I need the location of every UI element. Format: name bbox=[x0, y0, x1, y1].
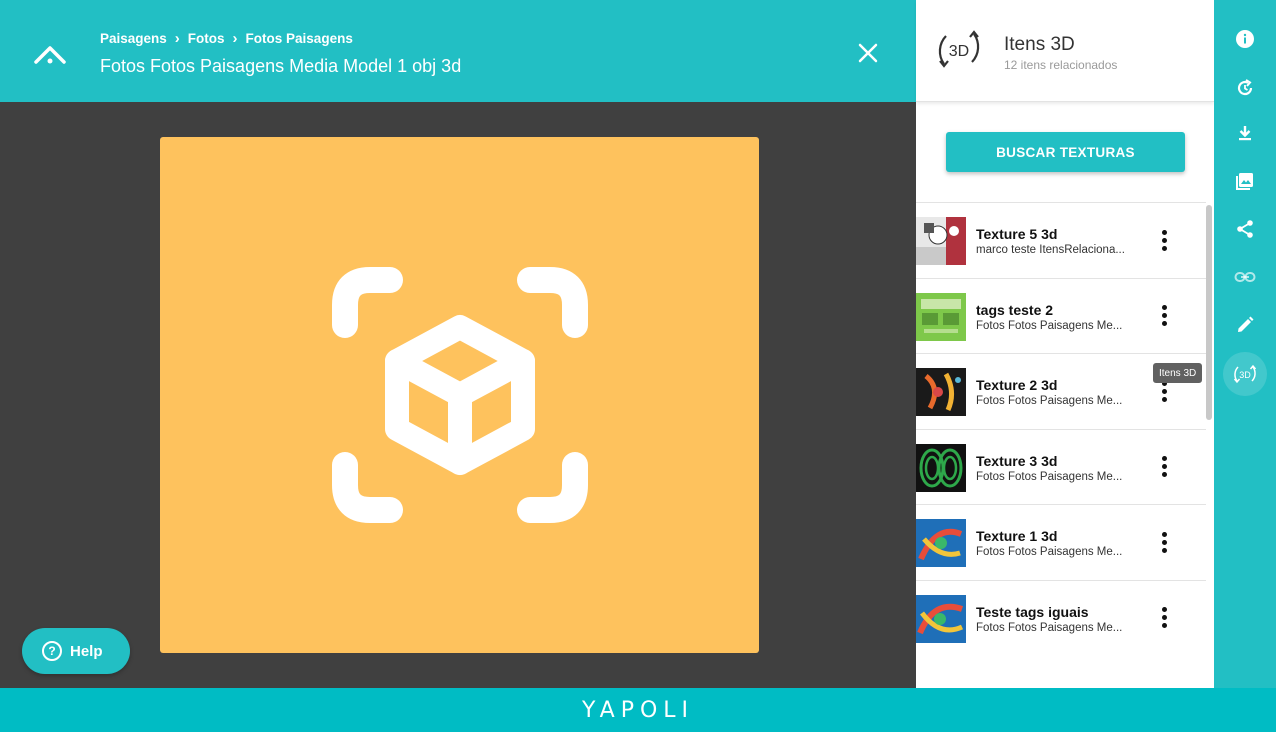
3d-icon: 3D bbox=[1233, 364, 1257, 384]
item-thumbnail bbox=[916, 594, 966, 643]
item-title: Texture 1 3d bbox=[976, 528, 1058, 544]
item-subtitle: Fotos Fotos Paisagens Me... bbox=[976, 319, 1123, 332]
item-thumbnail bbox=[916, 217, 966, 265]
related-items-panel: 3D Itens 3D 12 itens relacionados BUSCAR… bbox=[916, 0, 1214, 688]
item-title: Texture 3 3d bbox=[976, 452, 1058, 469]
media-viewer: ? Help bbox=[0, 102, 916, 688]
panel-icon-label: 3D bbox=[949, 43, 969, 60]
more-options-icon[interactable] bbox=[1156, 527, 1172, 557]
scrollbar[interactable] bbox=[1206, 205, 1212, 420]
chevron-up-icon bbox=[34, 46, 66, 64]
item-subtitle: Fotos Fotos Paisagens Me... bbox=[976, 395, 1123, 407]
breadcrumb-item[interactable]: Paisagens bbox=[100, 31, 167, 46]
item-subtitle: marco teste ItensRelaciona... bbox=[976, 244, 1125, 256]
chevron-right-icon: › bbox=[174, 30, 180, 47]
list-item[interactable]: tags teste 2 Fotos Fotos Paisagens Me... bbox=[916, 279, 1206, 354]
panel-subtitle: 12 itens relacionados bbox=[1004, 58, 1118, 72]
history-icon bbox=[1237, 79, 1253, 96]
header-bar: Paisagens › Fotos › Fotos Paisagens Foto… bbox=[0, 0, 916, 102]
breadcrumb: Paisagens › Fotos › Fotos Paisagens bbox=[100, 30, 353, 47]
3d-rotate-icon: 3D bbox=[938, 30, 980, 68]
help-button[interactable]: ? Help bbox=[22, 628, 130, 674]
info-button[interactable] bbox=[1223, 17, 1267, 61]
item-title: Texture 5 3d bbox=[976, 226, 1058, 242]
item-thumbnail bbox=[916, 368, 966, 416]
action-sidebar: 3D bbox=[1214, 0, 1276, 688]
more-options-icon[interactable] bbox=[1156, 603, 1172, 633]
item-title: Teste tags iguais bbox=[976, 603, 1089, 620]
panel-title: Itens 3D bbox=[1004, 34, 1075, 55]
footer-bar: YAPOLI bbox=[0, 688, 1276, 732]
share-icon bbox=[1237, 220, 1253, 238]
history-button[interactable] bbox=[1223, 66, 1267, 110]
item-subtitle: Fotos Fotos Paisagens Me... bbox=[976, 621, 1123, 634]
list-item[interactable]: Texture 5 3d marco teste ItensRelaciona.… bbox=[916, 203, 1206, 279]
edit-button[interactable] bbox=[1223, 303, 1267, 347]
3d-model-placeholder-icon bbox=[331, 267, 588, 523]
media-preview[interactable] bbox=[160, 137, 759, 653]
help-label: Help bbox=[70, 642, 103, 660]
related-items-list: Texture 5 3d marco teste ItensRelaciona.… bbox=[916, 202, 1206, 650]
breadcrumb-item[interactable]: Fotos Paisagens bbox=[246, 31, 353, 46]
download-icon bbox=[1239, 126, 1251, 141]
item-subtitle: Fotos Fotos Paisagens Me... bbox=[976, 470, 1123, 483]
list-item[interactable]: Texture 1 3d Fotos Fotos Paisagens Me... bbox=[916, 505, 1206, 581]
more-options-icon[interactable] bbox=[1156, 452, 1172, 482]
breadcrumb-item[interactable]: Fotos bbox=[188, 31, 225, 46]
item-title: Texture 2 3d bbox=[976, 377, 1058, 393]
download-button[interactable] bbox=[1223, 111, 1267, 155]
item-thumbnail bbox=[916, 443, 966, 492]
help-icon: ? bbox=[42, 641, 62, 661]
app: Paisagens › Fotos › Fotos Paisagens Foto… bbox=[0, 0, 1276, 732]
page-title: Fotos Fotos Paisagens Media Model 1 obj … bbox=[100, 56, 462, 76]
more-options-icon[interactable] bbox=[1156, 225, 1172, 255]
more-options-icon[interactable] bbox=[1156, 301, 1172, 331]
tooltip: Itens 3D bbox=[1153, 363, 1203, 383]
list-item[interactable]: Teste tags iguais Fotos Fotos Paisagens … bbox=[916, 581, 1206, 651]
gallery-icon bbox=[1236, 173, 1253, 190]
gallery-button[interactable] bbox=[1223, 159, 1267, 203]
link-icon bbox=[1234, 272, 1256, 282]
collapse-button[interactable] bbox=[30, 38, 70, 70]
link-button[interactable] bbox=[1223, 255, 1267, 299]
3d-items-button[interactable]: 3D bbox=[1223, 352, 1267, 396]
edit-icon bbox=[1238, 316, 1254, 332]
item-thumbnail bbox=[916, 519, 966, 567]
chevron-right-icon: › bbox=[232, 30, 238, 47]
search-textures-button[interactable]: BUSCAR TEXTURAS bbox=[946, 132, 1185, 172]
item-thumbnail bbox=[916, 292, 966, 341]
item-subtitle: Fotos Fotos Paisagens Me... bbox=[976, 546, 1123, 558]
share-button[interactable] bbox=[1223, 207, 1267, 251]
panel-header: 3D Itens 3D 12 itens relacionados bbox=[916, 0, 1214, 102]
close-button[interactable] bbox=[853, 38, 883, 68]
list-item[interactable]: Texture 3 3d Fotos Fotos Paisagens Me... bbox=[916, 430, 1206, 505]
footer-logo: YAPOLI bbox=[581, 697, 695, 723]
item-title: tags teste 2 bbox=[976, 301, 1054, 318]
3d-icon-label: 3D bbox=[1239, 370, 1251, 380]
close-icon bbox=[858, 43, 878, 63]
info-icon bbox=[1236, 30, 1254, 48]
